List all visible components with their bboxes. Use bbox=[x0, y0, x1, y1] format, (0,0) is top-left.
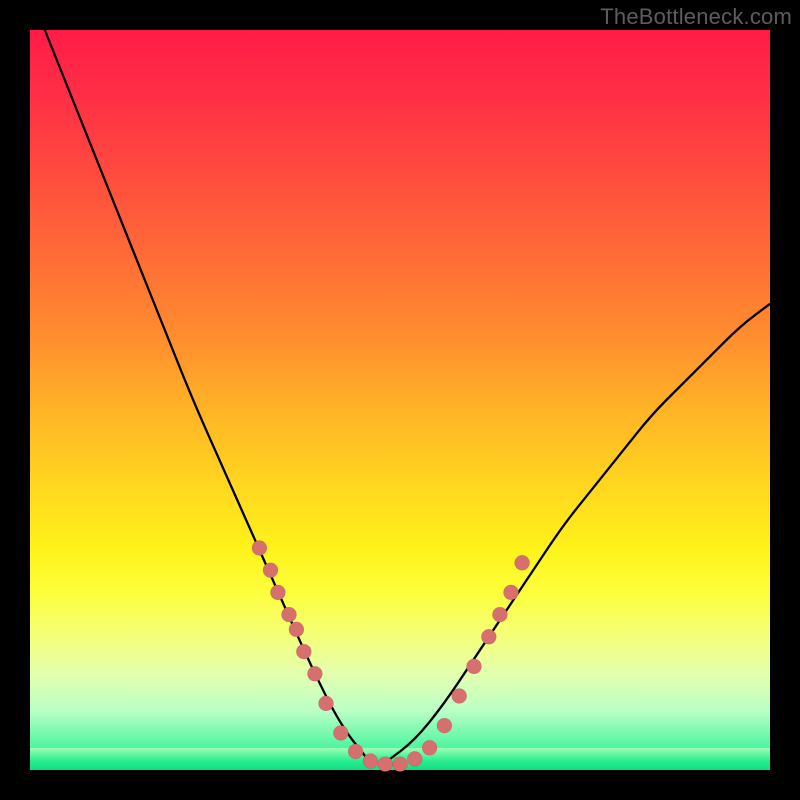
highlight-dot bbox=[363, 754, 378, 769]
highlight-dot bbox=[422, 740, 437, 755]
highlight-dot bbox=[307, 666, 322, 681]
highlight-dot bbox=[282, 607, 297, 622]
chart-frame: TheBottleneck.com bbox=[0, 0, 800, 800]
highlight-dot bbox=[378, 757, 393, 772]
watermark-text: TheBottleneck.com bbox=[600, 4, 792, 30]
highlight-dot bbox=[437, 718, 452, 733]
left-curve bbox=[45, 30, 371, 763]
highlight-dot bbox=[407, 751, 422, 766]
highlight-dot bbox=[504, 585, 519, 600]
highlight-dot bbox=[263, 563, 278, 578]
highlight-dot bbox=[333, 726, 348, 741]
right-curve bbox=[385, 304, 770, 763]
highlight-dot bbox=[289, 622, 304, 637]
highlight-dot bbox=[348, 744, 363, 759]
highlight-dot bbox=[515, 555, 530, 570]
highlight-dot bbox=[319, 696, 334, 711]
highlight-dot bbox=[393, 757, 408, 772]
highlight-dot bbox=[452, 689, 467, 704]
curve-layer bbox=[30, 30, 770, 770]
highlight-dots bbox=[252, 541, 530, 772]
highlight-dot bbox=[492, 607, 507, 622]
highlight-dot bbox=[481, 629, 496, 644]
highlight-dot bbox=[270, 585, 285, 600]
highlight-dot bbox=[467, 659, 482, 674]
highlight-dot bbox=[252, 541, 267, 556]
highlight-dot bbox=[296, 644, 311, 659]
